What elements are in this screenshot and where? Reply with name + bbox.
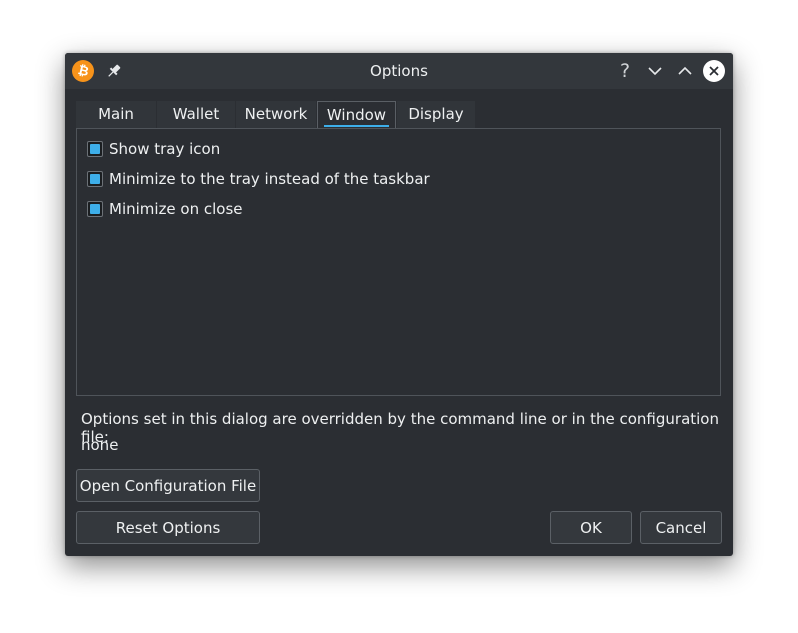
tab-label: Wallet	[172, 105, 220, 123]
tab-wallet[interactable]: Wallet	[157, 101, 235, 128]
close-icon	[709, 66, 719, 76]
minimize-on-close-label[interactable]: Minimize on close	[109, 200, 243, 218]
checkbox-checked-indicator	[90, 174, 100, 184]
minimize-to-tray-label[interactable]: Minimize to the tray instead of the task…	[109, 170, 430, 188]
cancel-button[interactable]: Cancel	[640, 511, 722, 544]
chevron-down-icon	[648, 67, 662, 76]
ok-button[interactable]: OK	[550, 511, 632, 544]
minimize-button[interactable]	[644, 60, 666, 82]
maximize-button[interactable]	[674, 60, 696, 82]
title-bar[interactable]: Options ₿ ?	[65, 53, 733, 89]
minimize-to-tray-option[interactable]: Minimize to the tray instead of the task…	[87, 169, 430, 189]
options-dialog: Options ₿ ? Main Wallet Network Window D…	[65, 53, 733, 556]
show-tray-icon-label[interactable]: Show tray icon	[109, 140, 220, 158]
tab-main[interactable]: Main	[76, 101, 156, 128]
tab-label: Main	[98, 105, 134, 123]
tab-window[interactable]: Window	[317, 101, 396, 129]
override-value: none	[81, 436, 119, 454]
chevron-up-icon	[678, 66, 692, 75]
pin-icon[interactable]	[105, 62, 123, 80]
reset-options-button[interactable]: Reset Options	[76, 511, 260, 544]
help-icon: ?	[619, 60, 631, 82]
tab-label: Network	[244, 105, 308, 123]
bitcoin-icon: ₿	[72, 60, 94, 82]
minimize-to-tray-checkbox[interactable]	[87, 171, 103, 187]
bitcoin-glyph: ₿	[76, 62, 90, 80]
help-button[interactable]: ?	[614, 60, 636, 82]
open-configuration-file-button[interactable]: Open Configuration File	[76, 469, 260, 502]
tab-label: Display	[408, 105, 464, 123]
override-notice: Options set in this dialog are overridde…	[81, 410, 719, 446]
minimize-on-close-option[interactable]: Minimize on close	[87, 199, 243, 219]
show-tray-icon-option[interactable]: Show tray icon	[87, 139, 220, 159]
show-tray-icon-checkbox[interactable]	[87, 141, 103, 157]
tab-display[interactable]: Display	[397, 101, 475, 128]
tab-label: Window	[323, 105, 390, 127]
checkbox-checked-indicator	[90, 144, 100, 154]
checkbox-checked-indicator	[90, 204, 100, 214]
tab-network[interactable]: Network	[236, 101, 316, 128]
window-tab-panel: Show tray icon Minimize to the tray inst…	[76, 128, 721, 396]
close-button[interactable]	[703, 60, 725, 82]
minimize-on-close-checkbox[interactable]	[87, 201, 103, 217]
